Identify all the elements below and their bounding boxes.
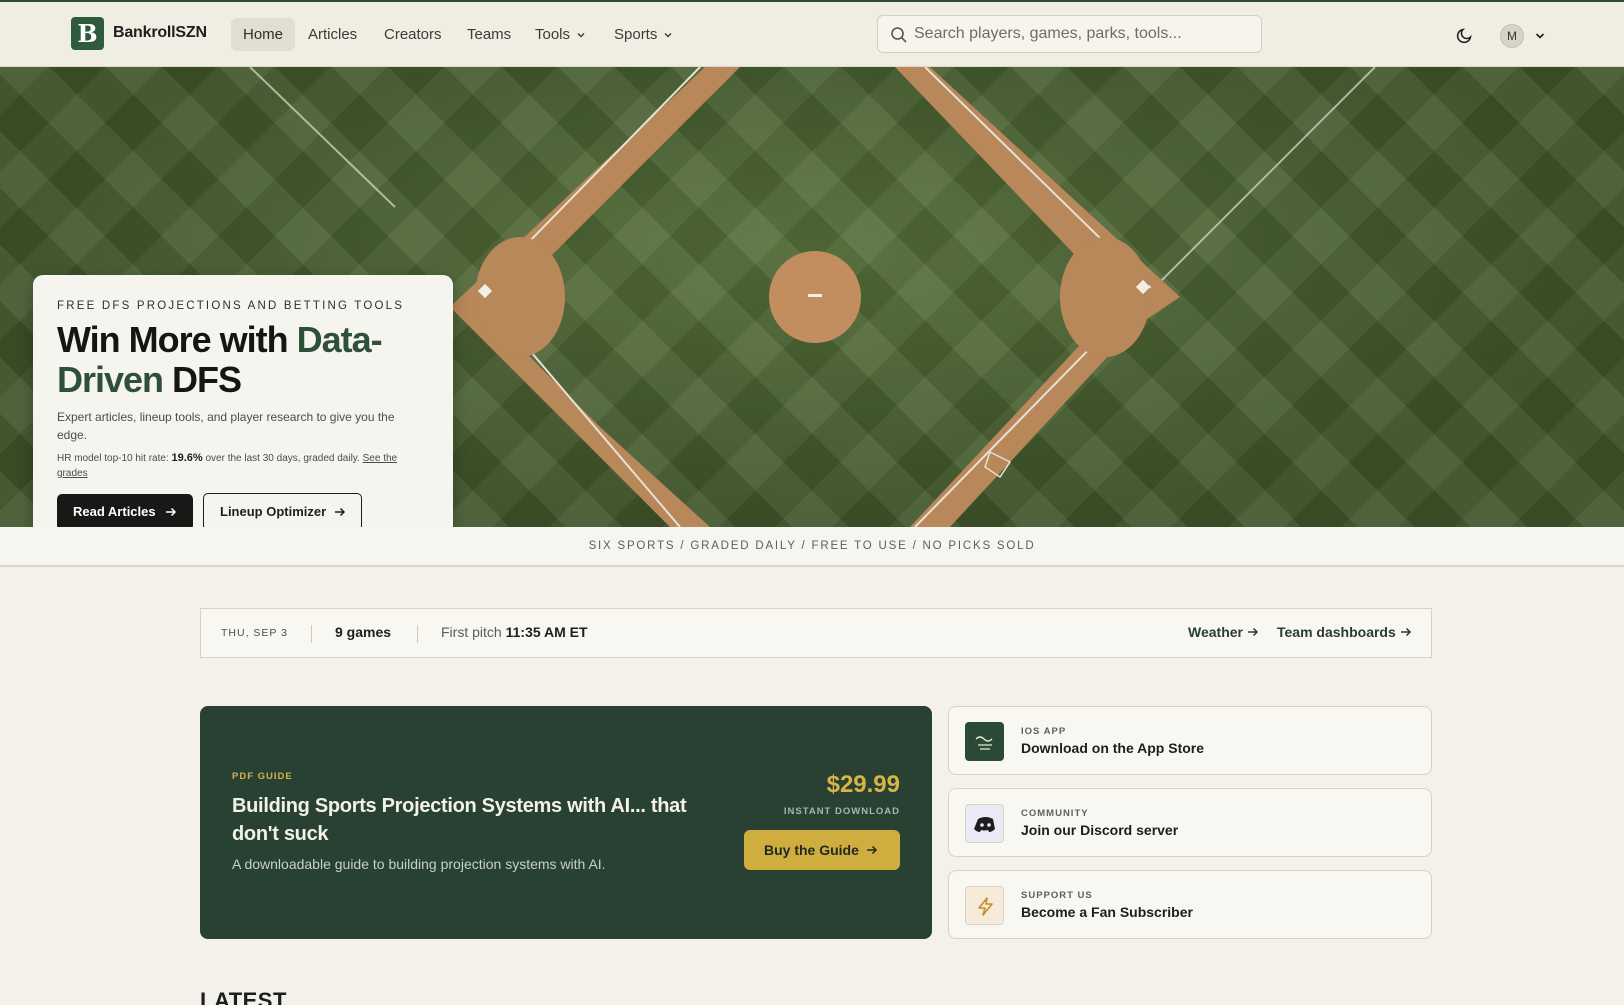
hero-title: Win More with Data-Driven DFS: [57, 320, 437, 400]
hero-title-part1: Win More with: [57, 319, 297, 360]
hero-eyebrow: FREE DFS PROJECTIONS AND BETTING TOOLS: [57, 300, 405, 312]
support-title: Become a Fan Subscriber: [1021, 904, 1193, 920]
lightning-icon: [965, 886, 1004, 925]
support-card[interactable]: SUPPORT US Become a Fan Subscriber: [948, 870, 1432, 939]
brand-name[interactable]: BankrollSZN: [113, 24, 207, 42]
arrow-right-icon: [1247, 627, 1258, 637]
first-pitch-time: 11:35 AM ET: [505, 624, 588, 640]
nav-item-teams[interactable]: Teams: [455, 18, 523, 51]
chevron-down-icon[interactable]: [1534, 30, 1546, 42]
guide-description: A downloadable guide to building project…: [232, 856, 606, 872]
buy-guide-label: Buy the Guide: [764, 842, 859, 858]
discord-icon: [965, 804, 1004, 843]
chevron-down-icon: [577, 33, 585, 38]
brand-logo[interactable]: B: [71, 17, 104, 50]
chevron-down-icon: [664, 33, 672, 38]
pdf-guide-card: PDF GUIDE Building Sports Projection Sys…: [200, 706, 932, 939]
hero-title-part2: DFS: [163, 359, 242, 400]
nav-item-articles[interactable]: Articles: [296, 18, 369, 51]
slate-date: THU, SEP 3: [221, 627, 288, 639]
hero-description: Expert articles, lineup tools, and playe…: [57, 410, 395, 442]
discord-title: Join our Discord server: [1021, 822, 1179, 838]
guide-price: $29.99: [826, 771, 900, 798]
hero-card: FREE DFS PROJECTIONS AND BETTING TOOLS W…: [33, 275, 453, 527]
lineup-optimizer-button[interactable]: Lineup Optimizer: [203, 493, 362, 527]
latest-heading: LATEST: [200, 988, 287, 1005]
community-eyebrow: COMMUNITY: [1021, 808, 1089, 819]
hero-stat-value: 19.6%: [171, 452, 203, 464]
guide-price-note: INSTANT DOWNLOAD: [783, 806, 900, 817]
top-navigation: B BankrollSZN Home Articles Creators Tea…: [0, 2, 1624, 67]
buy-guide-button[interactable]: Buy the Guide: [744, 830, 900, 870]
nav-item-home[interactable]: Home: [231, 18, 296, 51]
search-icon: [891, 27, 907, 43]
support-eyebrow: SUPPORT US: [1021, 890, 1093, 901]
hero-stat-prefix: HR model top-10 hit rate:: [57, 453, 172, 464]
ios-app-title: Download on the App Store: [1021, 740, 1205, 756]
arrow-right-icon: [1400, 627, 1411, 637]
hero-stat: HR model top-10 hit rate: 19.6% over the…: [57, 451, 427, 481]
hero-banner: FREE DFS PROJECTIONS AND BETTING TOOLS W…: [0, 67, 1624, 527]
tagline-ticker: SIX SPORTS / GRADED DAILY / FREE TO USE …: [0, 527, 1624, 567]
slate-games-count: 9 games: [335, 624, 392, 640]
arrow-right-icon: [166, 507, 177, 517]
discord-card[interactable]: COMMUNITY Join our Discord server: [948, 788, 1432, 857]
user-avatar[interactable]: M: [1500, 24, 1524, 48]
weather-link[interactable]: Weather: [1188, 624, 1259, 640]
guide-eyebrow: PDF GUIDE: [232, 771, 293, 782]
guide-title: Building Sports Projection Systems with …: [232, 795, 687, 845]
nav-item-tools-label: Tools: [535, 26, 571, 43]
daily-slate-bar: THU, SEP 3 9 games First pitch 11:35 AM …: [200, 608, 1432, 658]
divider: [311, 625, 312, 643]
first-pitch-label: First pitch: [441, 624, 506, 640]
search-box[interactable]: [877, 15, 1262, 53]
app-logo-icon: [965, 722, 1004, 761]
lineup-optimizer-label: Lineup Optimizer: [220, 504, 327, 519]
nav-item-creators[interactable]: Creators: [372, 18, 454, 51]
ios-app-eyebrow: IOS APP: [1021, 726, 1067, 737]
arrow-right-icon: [867, 845, 878, 855]
hero-stat-suffix: over the last 30 days, graded daily.: [202, 453, 363, 464]
nav-item-sports-label: Sports: [614, 26, 658, 43]
read-articles-button[interactable]: Read Articles: [57, 494, 193, 527]
team-dashboards-link-label: Team dashboards: [1277, 624, 1396, 640]
first-pitch: First pitch 11:35 AM ET: [441, 624, 588, 640]
nav-item-tools[interactable]: Tools: [523, 18, 598, 51]
divider: [417, 625, 418, 643]
search-input[interactable]: [914, 16, 1254, 52]
moon-icon[interactable]: [1456, 26, 1474, 44]
weather-link-label: Weather: [1188, 624, 1243, 640]
read-articles-label: Read Articles: [73, 504, 156, 519]
ios-app-card[interactable]: IOS APP Download on the App Store: [948, 706, 1432, 775]
arrow-right-icon: [335, 507, 346, 517]
team-dashboards-link[interactable]: Team dashboards: [1277, 624, 1412, 640]
nav-item-sports[interactable]: Sports: [602, 18, 685, 51]
